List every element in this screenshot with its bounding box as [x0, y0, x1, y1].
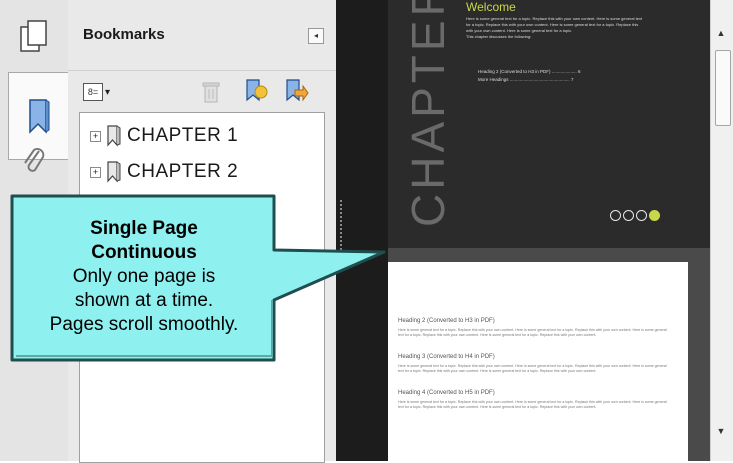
- page-thumbnails-icon: [20, 20, 47, 52]
- decorative-circles: [610, 210, 660, 221]
- scroll-down-arrow[interactable]: ▼: [714, 426, 728, 438]
- bookmark-icon: [107, 125, 121, 147]
- expand-bookmark-icon: [286, 79, 309, 102]
- toc-entry[interactable]: Heading 2 (Converted to H3 in PDF) .....…: [478, 68, 648, 76]
- callout-title-line2: Continuous: [91, 242, 197, 263]
- expand-bookmark-button[interactable]: [283, 78, 309, 104]
- attachments-button[interactable]: [8, 134, 60, 186]
- heading: Heading 2 (Converted to H3 in PDF): [398, 318, 495, 324]
- chapter-title: CHAPTER: [402, 0, 454, 227]
- collapse-panel-button[interactable]: ◂: [308, 28, 324, 44]
- callout-title-line1: Single Page: [90, 218, 198, 239]
- bookmarks-title: Bookmarks: [83, 26, 165, 43]
- scroll-up-arrow[interactable]: ▲: [714, 28, 728, 40]
- document-page: Heading 2 (Converted to H3 in PDF) Here …: [388, 262, 688, 461]
- paperclip-icon: [24, 147, 45, 172]
- intro-paragraph: Here is some general text for a topic. R…: [466, 16, 646, 40]
- bookmark-icon: [29, 99, 50, 134]
- page-thumbnails-button[interactable]: [8, 10, 60, 62]
- bookmark-options-button[interactable]: 8= ▾: [83, 82, 117, 102]
- expand-toggle[interactable]: +: [90, 166, 101, 178]
- paragraph: Here is some general text for a topic. R…: [398, 364, 667, 373]
- circle-icon: [610, 210, 621, 221]
- heading: Heading 4 (Converted to H5 in PDF): [398, 390, 495, 396]
- callout-text: Single Page Continuous Only one page is …: [14, 217, 274, 337]
- heading: Heading 3 (Converted to H4 in PDF): [398, 354, 495, 360]
- expand-toggle[interactable]: +: [90, 130, 101, 142]
- intro-text-2: This chapter discusses the following:: [466, 34, 532, 39]
- intro-text: Here is some general text for a topic. R…: [466, 16, 643, 33]
- bookmark-label: CHAPTER 2: [127, 161, 239, 182]
- table-of-contents: Heading 2 (Converted to H3 in PDF) .....…: [478, 68, 648, 84]
- circle-icon: [623, 210, 634, 221]
- page-gap: [388, 248, 710, 262]
- bookmark-item[interactable]: + CHAPTER 1: [90, 125, 238, 147]
- callout-line: Pages scroll smoothly.: [49, 314, 239, 335]
- trash-icon: [202, 82, 220, 103]
- new-bookmark-icon: [246, 79, 268, 102]
- list-options-icon: 8=: [83, 83, 103, 101]
- scrollbar-thumb[interactable]: [715, 50, 731, 126]
- bookmark-label: CHAPTER 1: [127, 125, 239, 146]
- paragraph: Here is some general text for a topic. R…: [398, 328, 667, 337]
- toc-entry[interactable]: More Headings ..........................…: [478, 76, 648, 84]
- document-page-chapter: CHAPTER Welcome Here is some general tex…: [388, 0, 710, 248]
- callout-line: shown at a time.: [74, 290, 214, 311]
- welcome-heading: Welcome: [466, 0, 516, 14]
- panel-splitter[interactable]: [336, 0, 388, 461]
- chevron-down-icon: ▾: [105, 86, 111, 98]
- bookmark-item[interactable]: + CHAPTER 2: [90, 161, 238, 183]
- paragraph: Here is some general text for a topic. R…: [398, 400, 667, 409]
- splitter-grip[interactable]: [340, 200, 342, 260]
- bookmark-icon: [107, 161, 121, 183]
- callout-line: Only one page is: [72, 266, 216, 287]
- new-bookmark-button[interactable]: [243, 78, 269, 104]
- filled-circle-icon: [649, 210, 660, 221]
- delete-bookmark-button[interactable]: [200, 80, 222, 104]
- circle-icon: [636, 210, 647, 221]
